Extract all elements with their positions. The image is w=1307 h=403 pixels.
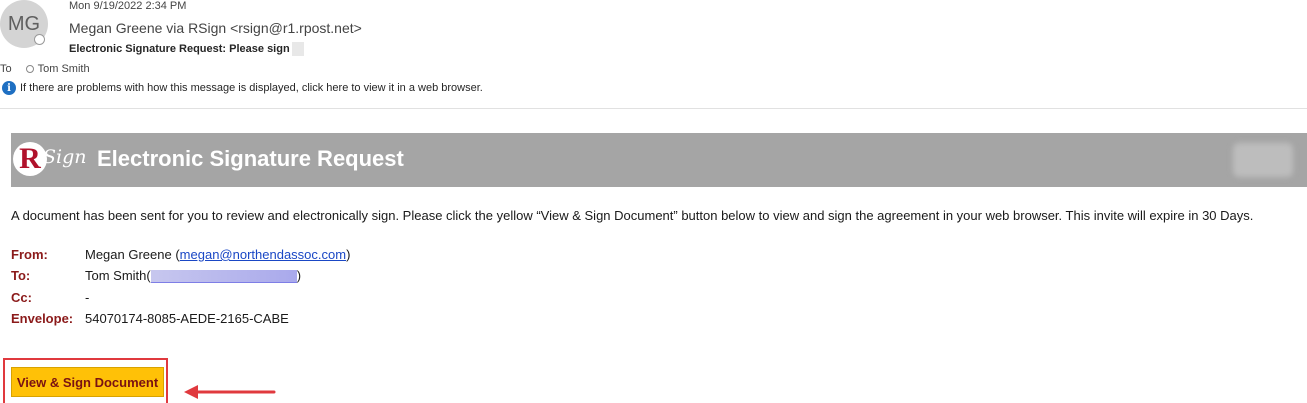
from-label: From: — [11, 247, 48, 262]
rsign-banner: R Sign Electronic Signature Request — [11, 133, 1307, 187]
to-field-close: ) — [296, 268, 302, 283]
to-email-redaction — [150, 270, 297, 284]
from-name: Megan Greene ( — [85, 247, 180, 262]
message-date: Mon 9/19/2022 2:34 PM — [69, 0, 187, 12]
banner-title: Electronic Signature Request — [97, 146, 404, 171]
to-field-name: Tom Smith( — [85, 268, 151, 283]
to-field-value: Tom Smith() — [85, 268, 302, 284]
subject-line: Electronic Signature Request: Please sig… — [69, 42, 304, 56]
info-icon: i — [2, 81, 16, 95]
banner-redaction — [1233, 143, 1293, 177]
to-label: To — [0, 63, 12, 75]
info-bar[interactable]: i If there are problems with how this me… — [2, 81, 483, 95]
rsign-logo-r: R — [13, 142, 47, 176]
cc-value: - — [85, 290, 90, 305]
to-field-label: To: — [11, 268, 31, 283]
from-value: Megan Greene (megan@northendassoc.com) — [85, 247, 350, 262]
sender-line[interactable]: Megan Greene via RSign <rsign@r1.rpost.n… — [69, 20, 362, 36]
info-message[interactable]: If there are problems with how this mess… — [20, 82, 483, 94]
header-divider — [0, 108, 1307, 109]
recipient-name[interactable]: Tom Smith — [38, 63, 90, 75]
to-row: To Tom Smith — [0, 63, 90, 75]
from-close: ) — [346, 247, 351, 262]
subject-text: Electronic Signature Request: Please sig… — [69, 42, 290, 55]
rsign-logo: R Sign — [13, 136, 109, 184]
view-sign-document-button[interactable]: View & Sign Document — [11, 367, 164, 397]
presence-status-icon — [34, 34, 45, 45]
envelope-value: 54070174-8085-AEDE-2165-CABE — [85, 311, 289, 326]
cc-label: Cc: — [11, 290, 32, 305]
recipient-presence-icon — [25, 65, 34, 73]
rsign-logo-sign: Sign — [43, 146, 87, 168]
avatar-initials: MG — [7, 12, 41, 35]
subject-redaction — [291, 42, 304, 56]
from-email-link[interactable]: megan@northendassoc.com — [180, 247, 346, 262]
pointer-arrow-icon — [184, 385, 276, 399]
intro-text: A document has been sent for you to revi… — [11, 208, 1254, 223]
envelope-label: Envelope: — [11, 311, 74, 326]
